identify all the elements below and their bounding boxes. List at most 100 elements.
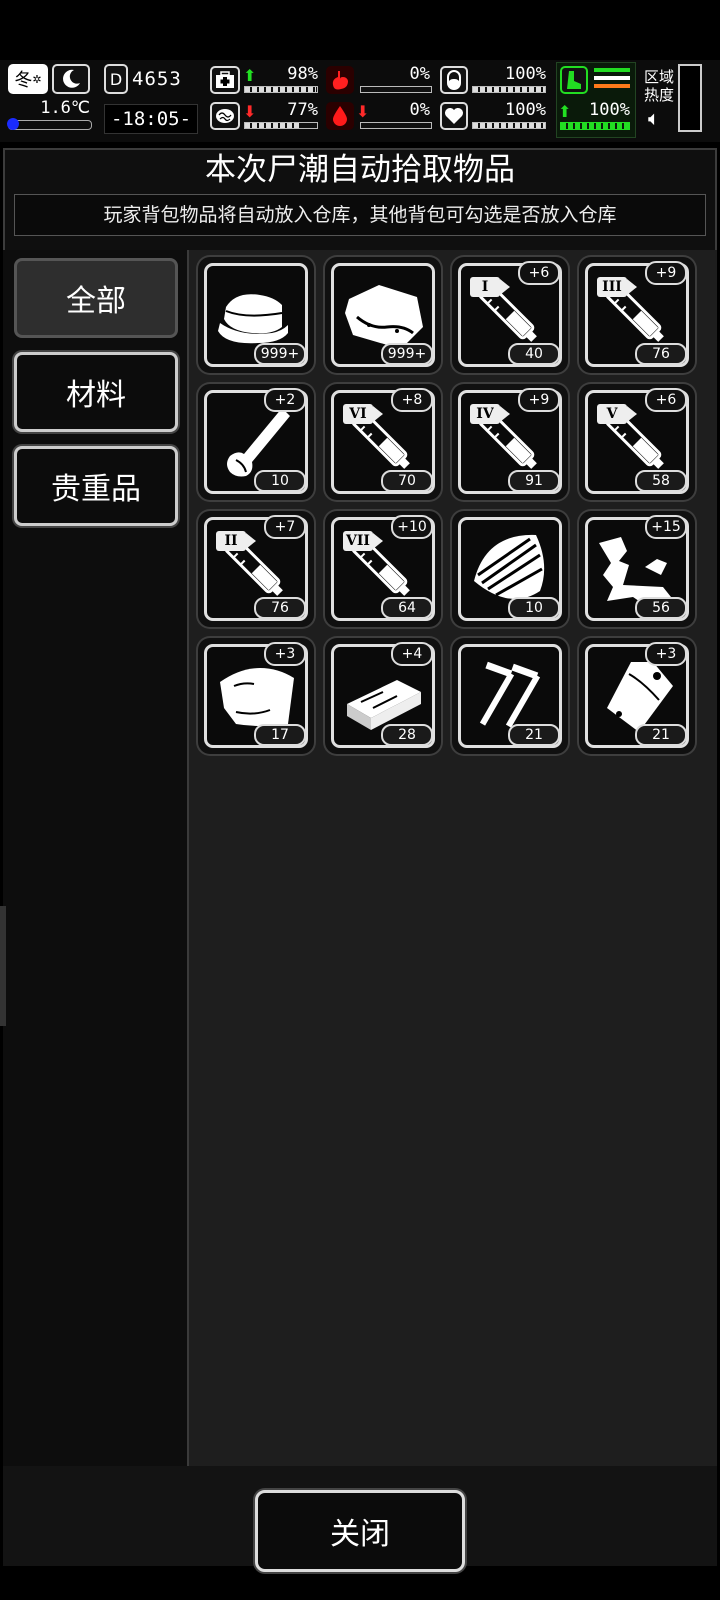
status-bar: 冬 ✲ 1.6℃ D 4653 -18:05- ⬆ 98% ⬇ 77% 0% ⬇ … [0,60,720,142]
item-slot[interactable]: 999+ [325,257,441,373]
sanity-down-arrow-icon: ⬇ [243,102,257,121]
item-count-badge: 21 [508,724,560,746]
tab-all[interactable]: 全部 [14,258,178,338]
item-count-badge: 64 [381,597,433,619]
item-slot[interactable]: IV +9 91 [452,384,568,500]
item-slot[interactable]: VI +8 70 [325,384,441,500]
hunger-value: 0% [409,64,430,84]
sidebar-scroll-handle[interactable] [0,906,6,1026]
tab-all-label: 全部 [66,284,126,319]
stamina-bar [560,122,630,130]
item-added-badge: +3 [645,642,687,666]
item-count-badge: 40 [508,343,560,365]
item-count-badge: 21 [635,724,687,746]
item-added-badge: +6 [645,388,687,412]
blood-drop-icon [326,102,354,130]
item-count-badge: 10 [508,597,560,619]
item-added-badge: +15 [645,515,687,539]
item-added-badge: +6 [518,261,560,285]
pill-icon [440,66,468,94]
item-count-badge: 999+ [254,343,306,365]
tab-materials-label: 材料 [66,378,126,413]
temperature-gauge [7,118,92,130]
item-grid: 999+ 999+ I +6 40 III +9 76 +2 10 VI +8 70 IV +9 91 V +6 5… [189,250,717,1466]
heart-icon [440,102,468,130]
item-slot[interactable]: II +7 76 [198,511,314,627]
item-tier-label: IV [470,404,510,424]
hunger-bar [360,86,432,93]
day-counter-value: 4653 [132,68,182,90]
item-count-badge: 28 [381,724,433,746]
thirst-value: 0% [409,100,430,120]
item-tier-label: VI [343,404,383,424]
item-slot[interactable]: +3 17 [198,638,314,754]
item-count-badge: 10 [254,470,306,492]
tab-valuables[interactable]: 贵重品 [14,446,178,526]
day-icon: D [104,64,128,94]
brain-icon [210,102,240,130]
item-tier-label: VII [343,531,383,551]
energy-bar [472,86,546,93]
dialog-notice: 玩家背包物品将自动放入仓库，其他背包可勾选是否放入仓库 [14,194,706,236]
item-slot[interactable]: 21 [452,638,568,754]
stamina-stripes [594,68,630,92]
zone-heat-gauge [678,64,702,132]
health-up-arrow-icon: ⬆ [243,66,257,85]
item-added-badge: +4 [391,642,433,666]
item-added-badge: +7 [264,515,306,539]
item-count-badge: 70 [381,470,433,492]
item-slot[interactable]: +15 56 [579,511,695,627]
clock-display: -18:05- [104,104,198,134]
temperature-value: 1.6℃ [40,98,90,118]
moon-icon [52,64,90,94]
heart-bar [472,122,546,129]
item-slot[interactable]: 10 [452,511,568,627]
close-button[interactable]: 关闭 [255,1490,465,1572]
close-button-label: 关闭 [330,1517,390,1552]
heart-value: 100% [505,100,546,120]
health-bar [244,86,318,93]
item-added-badge: +10 [391,515,433,539]
dialog-title: 本次尸潮自动拾取物品 [205,152,515,188]
item-slot[interactable]: 999+ [198,257,314,373]
item-count-badge: 76 [254,597,306,619]
item-slot[interactable]: +3 21 [579,638,695,754]
season-indicator: 冬 ✲ [8,64,48,94]
item-count-badge: 56 [635,597,687,619]
item-added-badge: +9 [645,261,687,285]
category-sidebar: 全部 材料 贵重品 [3,250,189,1466]
season-label: 冬 [14,70,33,91]
energy-value: 100% [505,64,546,84]
item-tier-label: II [216,531,256,551]
item-slot[interactable]: +2 10 [198,384,314,500]
item-added-badge: +2 [264,388,306,412]
item-slot[interactable]: V +6 58 [579,384,695,500]
item-added-badge: +8 [391,388,433,412]
stomach-icon [326,66,354,94]
tab-materials[interactable]: 材料 [14,352,178,432]
speaker-icon[interactable]: 🔈︎ [648,106,660,130]
item-slot[interactable]: III +9 76 [579,257,695,373]
item-tier-label: V [597,404,637,424]
temperature-dot [7,118,19,130]
item-added-badge: +9 [518,388,560,412]
sanity-value: 77% [287,100,318,120]
item-tier-label: III [597,277,637,297]
item-count-badge: 999+ [381,343,433,365]
medkit-icon [210,66,240,94]
zone-heat-label: 区域 热度 [644,68,675,104]
day-counter-box: D 4653 [104,64,196,94]
item-tier-label: I [470,277,510,297]
item-count-badge: 17 [254,724,306,746]
tab-valuables-label: 贵重品 [51,472,141,507]
item-count-badge: 58 [635,470,687,492]
health-value: 98% [287,64,318,84]
item-count-badge: 76 [635,343,687,365]
item-slot[interactable]: +4 28 [325,638,441,754]
item-slot[interactable]: I +6 40 [452,257,568,373]
stamina-value: 100% [589,100,630,120]
boot-icon [560,66,588,94]
sanity-bar [244,122,318,129]
thirst-bar [360,122,432,129]
item-slot[interactable]: VII +10 64 [325,511,441,627]
